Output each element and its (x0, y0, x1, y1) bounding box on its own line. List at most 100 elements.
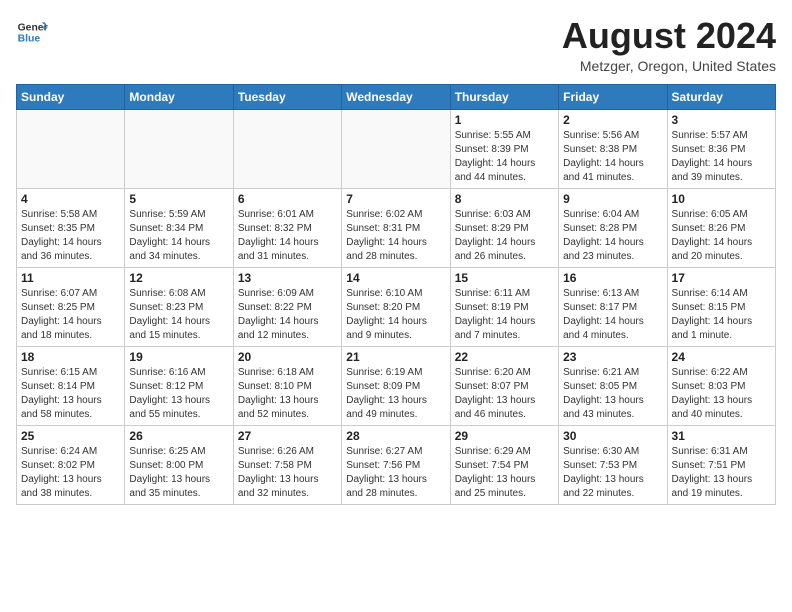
calendar-cell: 10Sunrise: 6:05 AM Sunset: 8:26 PM Dayli… (667, 188, 775, 267)
weekday-header-saturday: Saturday (667, 84, 775, 109)
day-info: Sunrise: 6:02 AM Sunset: 8:31 PM Dayligh… (346, 208, 445, 264)
day-info: Sunrise: 5:58 AM Sunset: 8:35 PM Dayligh… (21, 208, 120, 264)
calendar-cell: 19 Sunrise: 6:16 AM Sunset: 8:12 PM Dayli… (125, 346, 233, 425)
day-info: Sunrise: 6:09 AM Sunset: 8:22 PM Dayligh… (238, 287, 337, 343)
day-number: 11 (21, 271, 120, 285)
logo: General Blue (16, 16, 48, 48)
day-info: Sunrise: 6:31 AM Sunset: 7:51 PM Dayligh… (672, 445, 771, 501)
day-info: Sunrise: 5:56 AM Sunset: 8:38 PM Dayligh… (563, 129, 662, 185)
calendar-cell: 23 Sunrise: 6:21 AM Sunset: 8:05 PM Dayli… (559, 346, 667, 425)
calendar-cell: 14Sunrise: 6:10 AM Sunset: 8:20 PM Dayli… (342, 267, 450, 346)
day-number: 26 (129, 429, 228, 443)
day-number: 22 (455, 350, 554, 364)
calendar-cell: 16Sunrise: 6:13 AM Sunset: 8:17 PM Dayli… (559, 267, 667, 346)
generalblue-logo-icon: General Blue (16, 16, 48, 48)
day-number: 23 (563, 350, 662, 364)
calendar-cell: 17 Sunrise: 6:14 AM Sunset: 8:15 PM Dayli… (667, 267, 775, 346)
calendar-cell: 13 Sunrise: 6:09 AM Sunset: 8:22 PM Dayli… (233, 267, 341, 346)
day-number: 24 (672, 350, 771, 364)
calendar-title: August 2024 (562, 16, 776, 56)
calendar-cell: 8 Sunrise: 6:03 AM Sunset: 8:29 PM Daylig… (450, 188, 558, 267)
day-number: 8 (455, 192, 554, 206)
day-number: 15 (455, 271, 554, 285)
calendar-cell (125, 109, 233, 188)
calendar-cell: 3Sunrise: 5:57 AM Sunset: 8:36 PM Daylig… (667, 109, 775, 188)
day-number: 28 (346, 429, 445, 443)
header: General Blue August 2024 Metzger, Oregon… (16, 16, 776, 74)
calendar-cell: 12Sunrise: 6:08 AM Sunset: 8:23 PM Dayli… (125, 267, 233, 346)
day-number: 10 (672, 192, 771, 206)
page: General Blue August 2024 Metzger, Oregon… (0, 0, 792, 517)
calendar-cell: 21 Sunrise: 6:19 AM Sunset: 8:09 PM Dayli… (342, 346, 450, 425)
week-row-2: 4Sunrise: 5:58 AM Sunset: 8:35 PM Daylig… (17, 188, 776, 267)
day-number: 13 (238, 271, 337, 285)
calendar-cell: 7 Sunrise: 6:02 AM Sunset: 8:31 PM Daylig… (342, 188, 450, 267)
calendar-cell (233, 109, 341, 188)
calendar-cell: 20 Sunrise: 6:18 AM Sunset: 8:10 PM Dayli… (233, 346, 341, 425)
svg-text:Blue: Blue (18, 34, 41, 45)
day-info: Sunrise: 6:26 AM Sunset: 7:58 PM Dayligh… (238, 445, 337, 501)
day-number: 19 (129, 350, 228, 364)
calendar-cell: 5Sunrise: 5:59 AM Sunset: 8:34 PM Daylig… (125, 188, 233, 267)
day-number: 2 (563, 113, 662, 127)
day-number: 21 (346, 350, 445, 364)
day-info: Sunrise: 6:20 AM Sunset: 8:07 PM Dayligh… (455, 366, 554, 422)
week-row-5: 25 Sunrise: 6:24 AM Sunset: 8:02 PM Dayli… (17, 425, 776, 504)
calendar-cell: 15Sunrise: 6:11 AM Sunset: 8:19 PM Dayli… (450, 267, 558, 346)
day-info: Sunrise: 6:30 AM Sunset: 7:53 PM Dayligh… (563, 445, 662, 501)
calendar-cell: 26Sunrise: 6:25 AM Sunset: 8:00 PM Dayli… (125, 425, 233, 504)
day-info: Sunrise: 6:13 AM Sunset: 8:17 PM Dayligh… (563, 287, 662, 343)
calendar-cell: 2 Sunrise: 5:56 AM Sunset: 8:38 PM Daylig… (559, 109, 667, 188)
calendar-cell: 29Sunrise: 6:29 AM Sunset: 7:54 PM Dayli… (450, 425, 558, 504)
calendar-cell: 25 Sunrise: 6:24 AM Sunset: 8:02 PM Dayli… (17, 425, 125, 504)
calendar-cell: 27 Sunrise: 6:26 AM Sunset: 7:58 PM Dayli… (233, 425, 341, 504)
weekday-header-row: SundayMondayTuesdayWednesdayThursdayFrid… (17, 84, 776, 109)
calendar-cell: 6Sunrise: 6:01 AM Sunset: 8:32 PM Daylig… (233, 188, 341, 267)
day-number: 25 (21, 429, 120, 443)
day-info: Sunrise: 6:21 AM Sunset: 8:05 PM Dayligh… (563, 366, 662, 422)
calendar-cell: 11 Sunrise: 6:07 AM Sunset: 8:25 PM Dayli… (17, 267, 125, 346)
day-info: Sunrise: 5:55 AM Sunset: 8:39 PM Dayligh… (455, 129, 554, 185)
title-block: August 2024 Metzger, Oregon, United Stat… (562, 16, 776, 74)
day-info: Sunrise: 6:15 AM Sunset: 8:14 PM Dayligh… (21, 366, 120, 422)
calendar-table: SundayMondayTuesdayWednesdayThursdayFrid… (16, 84, 776, 505)
calendar-cell: 31 Sunrise: 6:31 AM Sunset: 7:51 PM Dayli… (667, 425, 775, 504)
weekday-header-sunday: Sunday (17, 84, 125, 109)
day-info: Sunrise: 6:07 AM Sunset: 8:25 PM Dayligh… (21, 287, 120, 343)
day-number: 17 (672, 271, 771, 285)
day-info: Sunrise: 6:10 AM Sunset: 8:20 PM Dayligh… (346, 287, 445, 343)
weekday-header-tuesday: Tuesday (233, 84, 341, 109)
day-info: Sunrise: 5:57 AM Sunset: 8:36 PM Dayligh… (672, 129, 771, 185)
calendar-cell (342, 109, 450, 188)
day-info: Sunrise: 6:03 AM Sunset: 8:29 PM Dayligh… (455, 208, 554, 264)
day-number: 12 (129, 271, 228, 285)
day-info: Sunrise: 6:16 AM Sunset: 8:12 PM Dayligh… (129, 366, 228, 422)
day-number: 27 (238, 429, 337, 443)
weekday-header-thursday: Thursday (450, 84, 558, 109)
day-info: Sunrise: 6:14 AM Sunset: 8:15 PM Dayligh… (672, 287, 771, 343)
calendar-cell (17, 109, 125, 188)
day-info: Sunrise: 6:27 AM Sunset: 7:56 PM Dayligh… (346, 445, 445, 501)
calendar-cell: 9 Sunrise: 6:04 AM Sunset: 8:28 PM Daylig… (559, 188, 667, 267)
day-number: 7 (346, 192, 445, 206)
day-number: 9 (563, 192, 662, 206)
day-number: 5 (129, 192, 228, 206)
day-info: Sunrise: 6:01 AM Sunset: 8:32 PM Dayligh… (238, 208, 337, 264)
week-row-1: 1Sunrise: 5:55 AM Sunset: 8:39 PM Daylig… (17, 109, 776, 188)
day-info: Sunrise: 6:24 AM Sunset: 8:02 PM Dayligh… (21, 445, 120, 501)
day-info: Sunrise: 6:18 AM Sunset: 8:10 PM Dayligh… (238, 366, 337, 422)
day-info: Sunrise: 6:29 AM Sunset: 7:54 PM Dayligh… (455, 445, 554, 501)
day-number: 20 (238, 350, 337, 364)
weekday-header-monday: Monday (125, 84, 233, 109)
week-row-3: 11 Sunrise: 6:07 AM Sunset: 8:25 PM Dayli… (17, 267, 776, 346)
calendar-cell: 30Sunrise: 6:30 AM Sunset: 7:53 PM Dayli… (559, 425, 667, 504)
calendar-cell: 22 Sunrise: 6:20 AM Sunset: 8:07 PM Dayli… (450, 346, 558, 425)
weekday-header-friday: Friday (559, 84, 667, 109)
day-info: Sunrise: 6:19 AM Sunset: 8:09 PM Dayligh… (346, 366, 445, 422)
day-info: Sunrise: 6:04 AM Sunset: 8:28 PM Dayligh… (563, 208, 662, 264)
day-info: Sunrise: 6:22 AM Sunset: 8:03 PM Dayligh… (672, 366, 771, 422)
calendar-cell: 24 Sunrise: 6:22 AM Sunset: 8:03 PM Dayli… (667, 346, 775, 425)
day-number: 31 (672, 429, 771, 443)
calendar-cell: 18Sunrise: 6:15 AM Sunset: 8:14 PM Dayli… (17, 346, 125, 425)
calendar-cell: 28 Sunrise: 6:27 AM Sunset: 7:56 PM Dayli… (342, 425, 450, 504)
